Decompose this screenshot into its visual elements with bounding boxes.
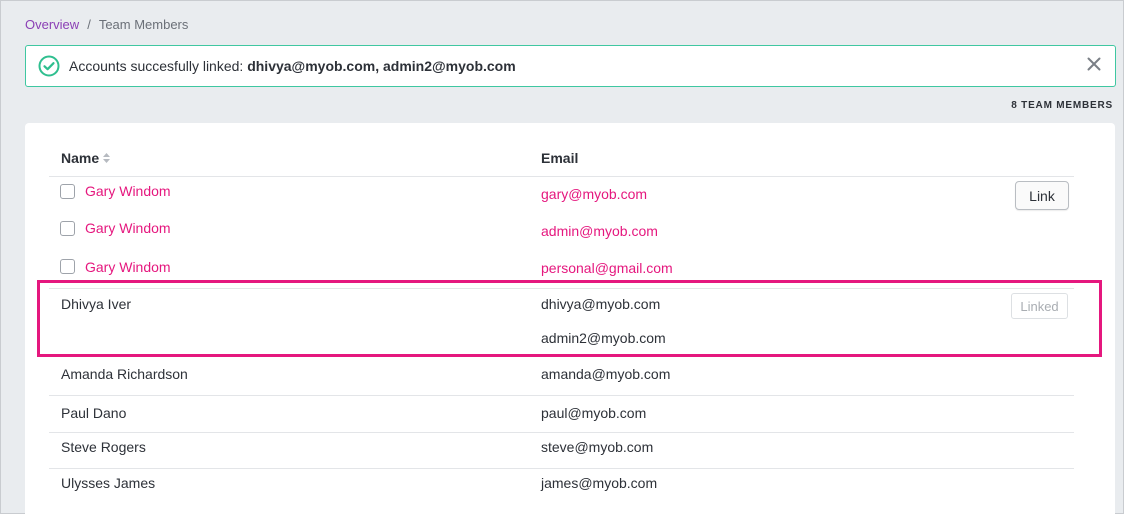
alert-text: Accounts succesfully linked:: [69, 58, 244, 74]
row-checkbox[interactable]: [60, 221, 75, 236]
member-name: Steve Rogers: [61, 439, 146, 455]
member-email[interactable]: admin@myob.com: [541, 223, 658, 239]
member-name: Dhivya Iver: [61, 296, 132, 312]
member-email[interactable]: gary@myob.com: [541, 186, 647, 202]
breadcrumb: Overview / Team Members: [25, 17, 188, 32]
email-column-header: Email: [541, 150, 579, 166]
member-email: admin2@myob.com: [541, 330, 666, 346]
row-divider: [49, 468, 1074, 469]
name-header-label: Name: [61, 150, 100, 166]
check-circle-icon: [38, 55, 60, 77]
row-divider: [49, 356, 1074, 357]
team-member-count: 8 TEAM MEMBERS: [1011, 100, 1113, 111]
member-email: amanda@myob.com: [541, 366, 671, 382]
member-name: Amanda Richardson: [61, 366, 188, 382]
breadcrumb-current: Team Members: [98, 17, 189, 32]
row-divider: [49, 395, 1074, 396]
member-email[interactable]: personal@gmail.com: [541, 260, 673, 276]
row-checkbox[interactable]: [60, 184, 75, 199]
breadcrumb-separator: /: [87, 17, 91, 32]
close-icon[interactable]: [1085, 55, 1103, 73]
member-name: Paul Dano: [61, 405, 127, 421]
member-name: Ulysses James: [61, 475, 156, 491]
alert-linked-emails: dhivya@myob.com, admin2@myob.com: [247, 58, 516, 74]
alert-message: Accounts succesfully linked: dhivya@myob…: [69, 58, 516, 74]
link-button[interactable]: Link: [1015, 181, 1069, 210]
row-checkbox[interactable]: [60, 259, 75, 274]
member-email: james@myob.com: [541, 475, 658, 491]
member-name[interactable]: Gary Windom: [85, 220, 171, 236]
row-divider: [49, 288, 1074, 289]
member-email: paul@myob.com: [541, 405, 647, 421]
sort-icon[interactable]: [102, 151, 111, 163]
linked-status-button: Linked: [1011, 293, 1068, 319]
success-alert: Accounts succesfully linked: dhivya@myob…: [25, 45, 1116, 87]
team-members-table: Name Email Gary Windom gary@myob.com Lin…: [25, 123, 1115, 514]
name-column-header[interactable]: Name: [61, 150, 111, 166]
member-email: steve@myob.com: [541, 439, 654, 455]
header-divider: [49, 176, 1074, 177]
breadcrumb-overview-link[interactable]: Overview: [25, 17, 79, 32]
row-divider: [49, 432, 1074, 433]
member-name[interactable]: Gary Windom: [85, 259, 171, 275]
member-email: dhivya@myob.com: [541, 296, 661, 312]
member-name[interactable]: Gary Windom: [85, 183, 171, 199]
